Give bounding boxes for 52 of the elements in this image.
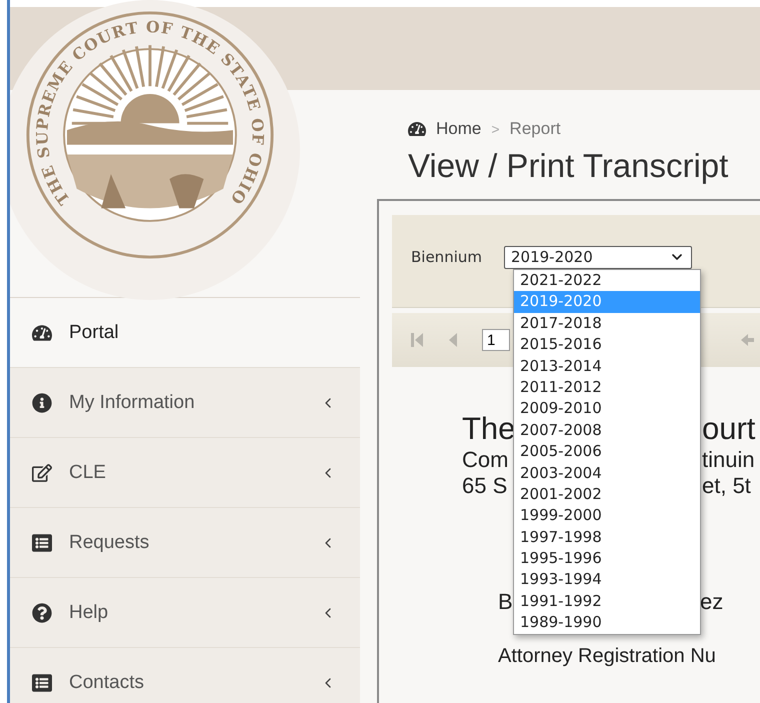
dropdown-option[interactable]: 2015-2016 xyxy=(514,334,700,356)
dropdown-option[interactable]: 2021-2022 xyxy=(514,270,700,292)
sidebar-item-label: Requests xyxy=(69,532,150,554)
sidebar-item-label: Contacts xyxy=(69,672,145,694)
sidebar-item-label: Portal xyxy=(69,322,120,344)
dropdown-option[interactable]: 1993-1994 xyxy=(514,569,700,591)
report-text: Com xyxy=(462,447,508,472)
dropdown-option[interactable]: 1997-1998 xyxy=(514,526,700,548)
breadcrumb-link[interactable]: Report xyxy=(510,119,561,139)
sidebar-item-label: My Information xyxy=(69,392,196,414)
info-icon xyxy=(32,392,52,412)
biennium-select[interactable]: 2019-2020 xyxy=(504,246,692,268)
dropdown-option[interactable]: 2011-2012 xyxy=(514,376,700,398)
dropdown-option[interactable]: 1995-1996 xyxy=(514,548,700,570)
dropdown-option[interactable]: 2001-2002 xyxy=(514,484,700,506)
dropdown-option[interactable]: 2009-2010 xyxy=(514,398,700,420)
page-title: View / Print Transcript xyxy=(408,147,730,185)
filter-label: Biennium xyxy=(411,248,482,266)
sidebar-item[interactable]: Contacts xyxy=(10,648,360,703)
dropdown-option[interactable]: 1999-2000 xyxy=(514,505,700,527)
report-text: 65 S xyxy=(462,473,508,498)
sidebar-item-label: CLE xyxy=(69,462,107,484)
dashboard-icon xyxy=(32,322,52,342)
sidebar-item[interactable]: Requests xyxy=(10,508,360,578)
first-page-icon[interactable] xyxy=(410,332,424,348)
dropdown-option[interactable]: 1991-1992 xyxy=(514,590,700,612)
dropdown-option[interactable]: 2005-2006 xyxy=(514,441,700,463)
report-text: B xyxy=(498,589,513,614)
page-number-field[interactable]: 1 xyxy=(482,329,510,351)
breadcrumb-separator: > xyxy=(491,121,500,137)
back-arrow-icon[interactable] xyxy=(740,332,754,348)
report-text: The xyxy=(462,411,516,446)
edit-icon xyxy=(32,462,52,482)
sidebar-item-label: Help xyxy=(69,602,110,624)
sidebar-item[interactable]: CLE xyxy=(10,438,360,508)
report-text: ez xyxy=(700,589,724,615)
dropdown-option[interactable]: 2003-2004 xyxy=(514,462,700,484)
report-text: tinuin xyxy=(702,447,755,473)
report-text: ourt xyxy=(702,411,756,447)
list-icon xyxy=(32,672,52,692)
dropdown-option[interactable]: 2013-2014 xyxy=(514,356,700,377)
list-icon xyxy=(32,532,52,552)
dropdown-option[interactable]: 2017-2018 xyxy=(514,312,700,334)
help-icon xyxy=(32,602,52,622)
dashboard-icon xyxy=(408,120,426,138)
sidebar-item[interactable]: Help xyxy=(10,578,360,648)
report-text: Attorney Registration Nu xyxy=(498,645,717,668)
sidebar-item[interactable]: My Information xyxy=(10,368,360,438)
report-text: et, 5t xyxy=(702,473,751,499)
dropdown-option[interactable]: 1989-1990 xyxy=(514,612,700,634)
dropdown-option[interactable]: 2007-2008 xyxy=(514,420,700,442)
breadcrumb-link[interactable]: Home xyxy=(436,119,482,139)
